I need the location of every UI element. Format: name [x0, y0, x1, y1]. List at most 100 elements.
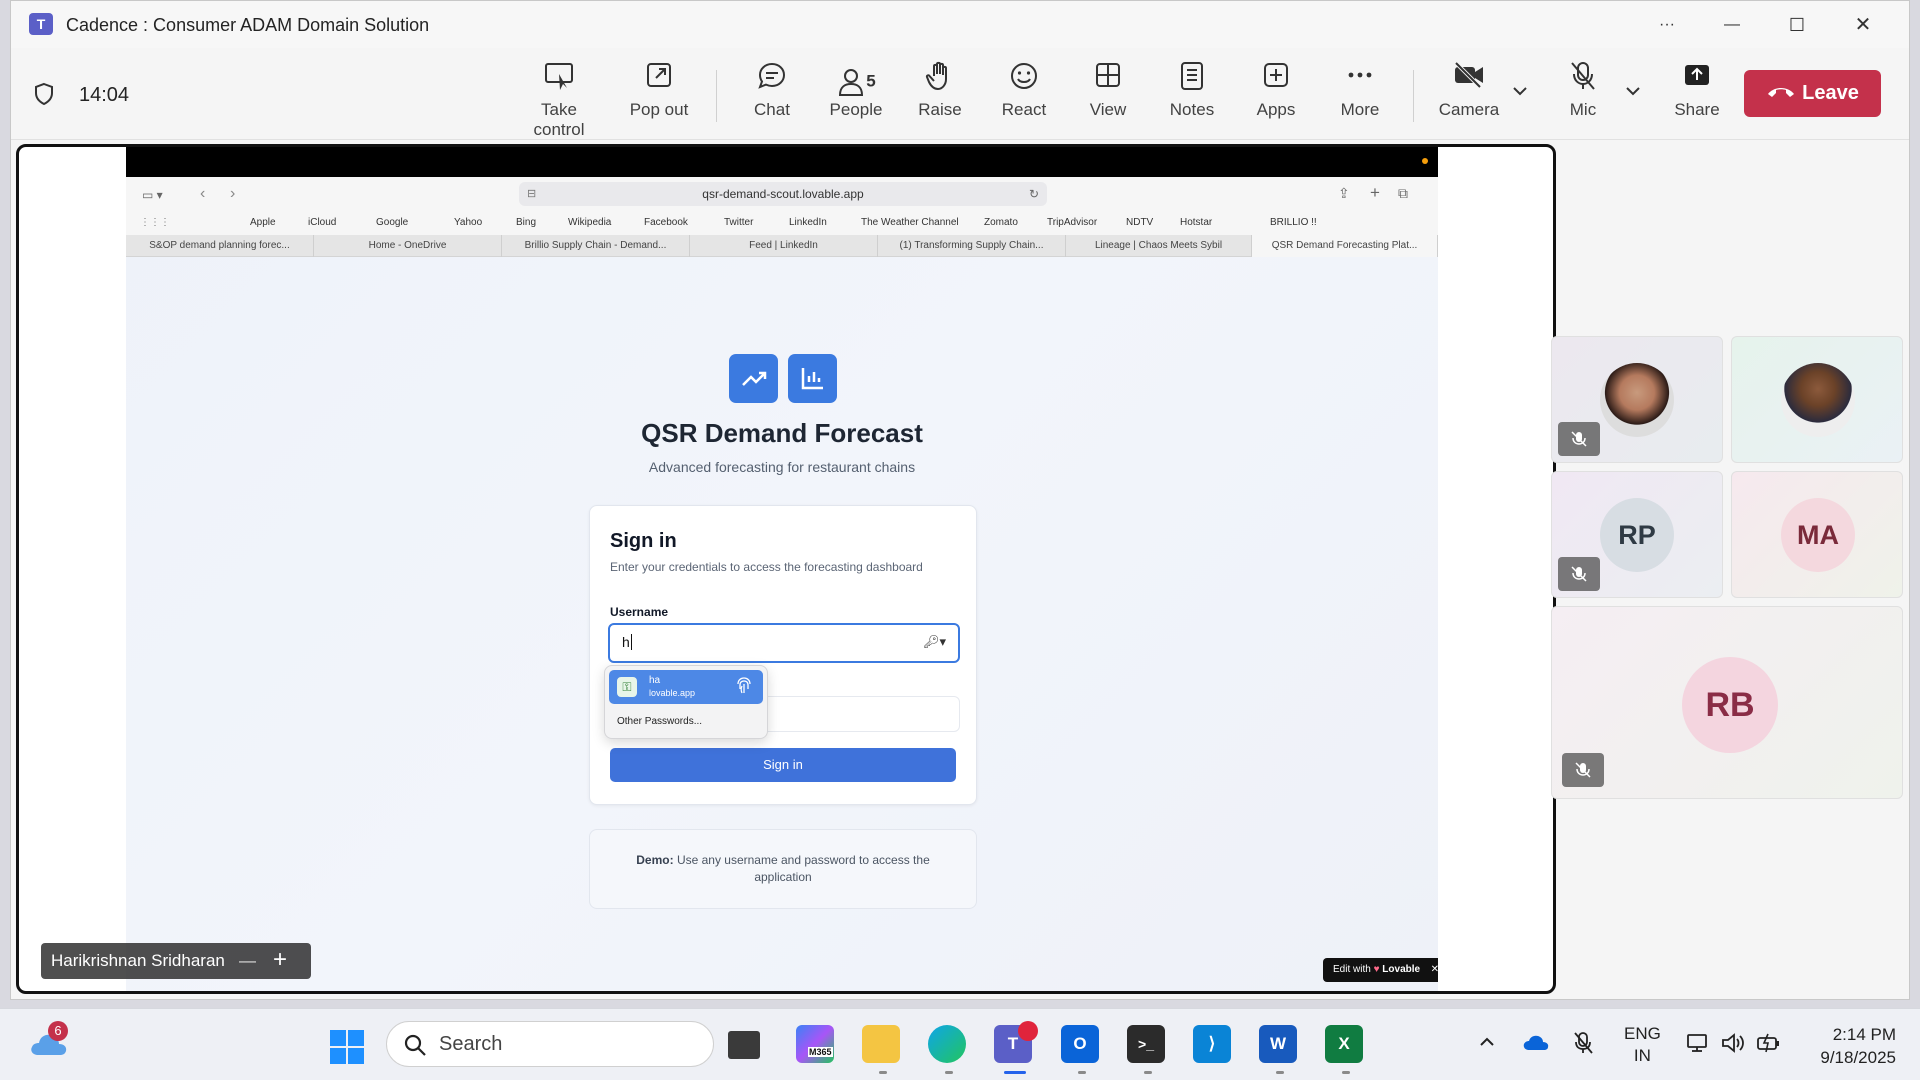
- word-icon[interactable]: W: [1259, 1025, 1297, 1063]
- sidebar-toggle-icon[interactable]: ▭ ▾: [142, 188, 163, 202]
- back-chevron-icon[interactable]: ‹: [200, 185, 205, 203]
- onedrive-cloud-icon[interactable]: [1522, 1034, 1550, 1057]
- reload-icon[interactable]: ↻: [1029, 182, 1039, 206]
- bookmark-hotstar[interactable]: Hotstar: [1180, 217, 1212, 228]
- zoom-in-button[interactable]: +: [273, 942, 287, 978]
- tab-linkedin-feed[interactable]: Feed | LinkedIn: [690, 235, 878, 257]
- more-button[interactable]: More: [1315, 60, 1405, 132]
- tab-brillio-supply[interactable]: Brillio Supply Chain - Demand...: [502, 235, 690, 257]
- file-explorer-icon[interactable]: [862, 1025, 900, 1063]
- grid-icon[interactable]: ⋮⋮⋮: [140, 217, 170, 228]
- weather-widget[interactable]: 6: [28, 1021, 70, 1064]
- task-view-icon[interactable]: [728, 1031, 760, 1059]
- mic-button[interactable]: Mic: [1538, 60, 1628, 132]
- raise-hand-button[interactable]: Raise: [895, 60, 985, 132]
- bookmark-brillio[interactable]: BRILLIO !!: [1270, 217, 1317, 228]
- trending-up-icon: [729, 354, 778, 403]
- show-hidden-icons-chevron-up-icon[interactable]: [1478, 1033, 1496, 1054]
- pop-out-button[interactable]: Pop out: [614, 60, 704, 132]
- search-icon: [403, 1022, 427, 1072]
- taskbar-search[interactable]: Search: [386, 1021, 714, 1067]
- excel-icon[interactable]: X: [1325, 1025, 1363, 1063]
- participant-tile[interactable]: RB: [1551, 606, 1903, 799]
- volume-icon[interactable]: [1720, 1032, 1746, 1059]
- bookmark-weather-channel[interactable]: The Weather Channel: [861, 217, 959, 228]
- participant-tile[interactable]: [1731, 336, 1903, 463]
- take-control-button[interactable]: Take control: [514, 60, 604, 139]
- language-indicator[interactable]: ENG IN: [1624, 1023, 1661, 1067]
- mic-off-icon: [1562, 753, 1604, 787]
- bookmark-icloud[interactable]: iCloud: [308, 217, 336, 228]
- bar-chart-icon: [788, 354, 837, 403]
- share-button[interactable]: Share: [1652, 60, 1742, 132]
- camera-options-chevron-down-icon[interactable]: [1511, 84, 1529, 103]
- bookmark-yahoo[interactable]: Yahoo: [454, 217, 482, 228]
- battery-charging-icon[interactable]: [1756, 1032, 1782, 1059]
- bookmark-ndtv[interactable]: NDTV: [1126, 217, 1153, 228]
- autofill-suggestion[interactable]: ⚿ ha lovable.app: [609, 670, 763, 704]
- ellipsis-icon: [1315, 60, 1405, 100]
- system-clock[interactable]: 2:14 PM 9/18/2025: [1806, 1023, 1896, 1069]
- view-button[interactable]: View: [1063, 60, 1153, 132]
- signin-heading: Sign in: [610, 530, 677, 552]
- forward-chevron-icon[interactable]: ›: [230, 185, 235, 203]
- apps-button[interactable]: Apps: [1231, 60, 1321, 132]
- address-bar[interactable]: ⊟ qsr-demand-scout.lovable.app ↻: [519, 182, 1047, 206]
- maximize-button[interactable]: ☐: [1777, 11, 1817, 39]
- leave-button[interactable]: Leave: [1744, 70, 1881, 117]
- share-icon[interactable]: ⇪: [1338, 185, 1350, 202]
- tab-onedrive[interactable]: Home - OneDrive: [314, 235, 502, 257]
- signin-button[interactable]: Sign in: [610, 748, 956, 782]
- terminal-icon[interactable]: >_: [1127, 1025, 1165, 1063]
- bookmark-tripadvisor[interactable]: TripAdvisor: [1047, 217, 1097, 228]
- toolbar-divider: [1413, 70, 1414, 122]
- close-button[interactable]: ✕: [1843, 11, 1883, 39]
- new-tab-plus-icon[interactable]: +: [1370, 183, 1380, 203]
- windows-start-icon[interactable]: [329, 1029, 365, 1070]
- notes-button[interactable]: Notes: [1147, 60, 1237, 132]
- bookmark-zomato[interactable]: Zomato: [984, 217, 1018, 228]
- more-options-icon[interactable]: ···: [1647, 11, 1687, 39]
- tab-qsr-forecasting[interactable]: QSR Demand Forecasting Plat...: [1252, 235, 1438, 257]
- participant-tile[interactable]: [1551, 336, 1723, 463]
- tab-transforming-supply[interactable]: (1) Transforming Supply Chain...: [878, 235, 1066, 257]
- edit-with-lovable-badge[interactable]: Edit with ♥ Lovable ✕: [1323, 958, 1438, 982]
- badge-close-icon[interactable]: ✕: [1431, 958, 1438, 982]
- edge-browser-icon[interactable]: [928, 1025, 966, 1063]
- other-passwords-item[interactable]: Other Passwords...: [617, 716, 702, 727]
- mic-options-chevron-down-icon[interactable]: [1624, 84, 1642, 103]
- language-code: ENG: [1624, 1024, 1661, 1043]
- participant-tile[interactable]: MA: [1731, 471, 1903, 598]
- presenter-name-tag: Harikrishnan Sridharan — +: [41, 943, 311, 979]
- bookmark-google[interactable]: Google: [376, 217, 408, 228]
- bookmark-apple[interactable]: Apple: [250, 217, 276, 228]
- react-button[interactable]: React: [979, 60, 1069, 132]
- network-icon[interactable]: [1686, 1032, 1710, 1059]
- outlook-icon[interactable]: O: [1061, 1025, 1099, 1063]
- chat-button[interactable]: Chat: [727, 60, 817, 132]
- tab-lineage[interactable]: Lineage | Chaos Meets Sybil: [1066, 235, 1252, 257]
- region-code: IN: [1633, 1046, 1651, 1065]
- mic-muted-tray-icon[interactable]: [1572, 1031, 1594, 1060]
- bookmark-twitter[interactable]: Twitter: [724, 217, 753, 228]
- page-settings-icon[interactable]: ⊟: [527, 182, 536, 206]
- people-button[interactable]: 5 People: [811, 60, 901, 132]
- bookmark-bing[interactable]: Bing: [516, 217, 536, 228]
- tab-overview-icon[interactable]: ⧉: [1398, 185, 1408, 202]
- vscode-icon[interactable]: ⟩: [1193, 1025, 1231, 1063]
- zoom-out-button[interactable]: —: [239, 943, 256, 979]
- username-input[interactable]: h 🔑︎▾: [608, 623, 960, 663]
- tab-sop-demand[interactable]: S&OP demand planning forec...: [126, 235, 314, 257]
- minimize-button[interactable]: —: [1712, 11, 1752, 39]
- bookmark-wikipedia[interactable]: Wikipedia: [568, 217, 611, 228]
- camera-label: Camera: [1438, 100, 1500, 119]
- participant-tile[interactable]: RP: [1551, 471, 1723, 598]
- url-text: qsr-demand-scout.lovable.app: [702, 187, 864, 201]
- camera-button[interactable]: Camera: [1424, 60, 1514, 132]
- bookmark-facebook[interactable]: Facebook: [644, 217, 688, 228]
- browser-toolbar: ▭ ▾ ‹ › ⊟ qsr-demand-scout.lovable.app ↻…: [126, 177, 1438, 213]
- fingerprint-icon: [735, 676, 753, 701]
- m365-copilot-icon[interactable]: M365: [796, 1025, 834, 1063]
- password-key-icon[interactable]: 🔑︎▾: [923, 634, 946, 650]
- bookmark-linkedin[interactable]: LinkedIn: [789, 217, 827, 228]
